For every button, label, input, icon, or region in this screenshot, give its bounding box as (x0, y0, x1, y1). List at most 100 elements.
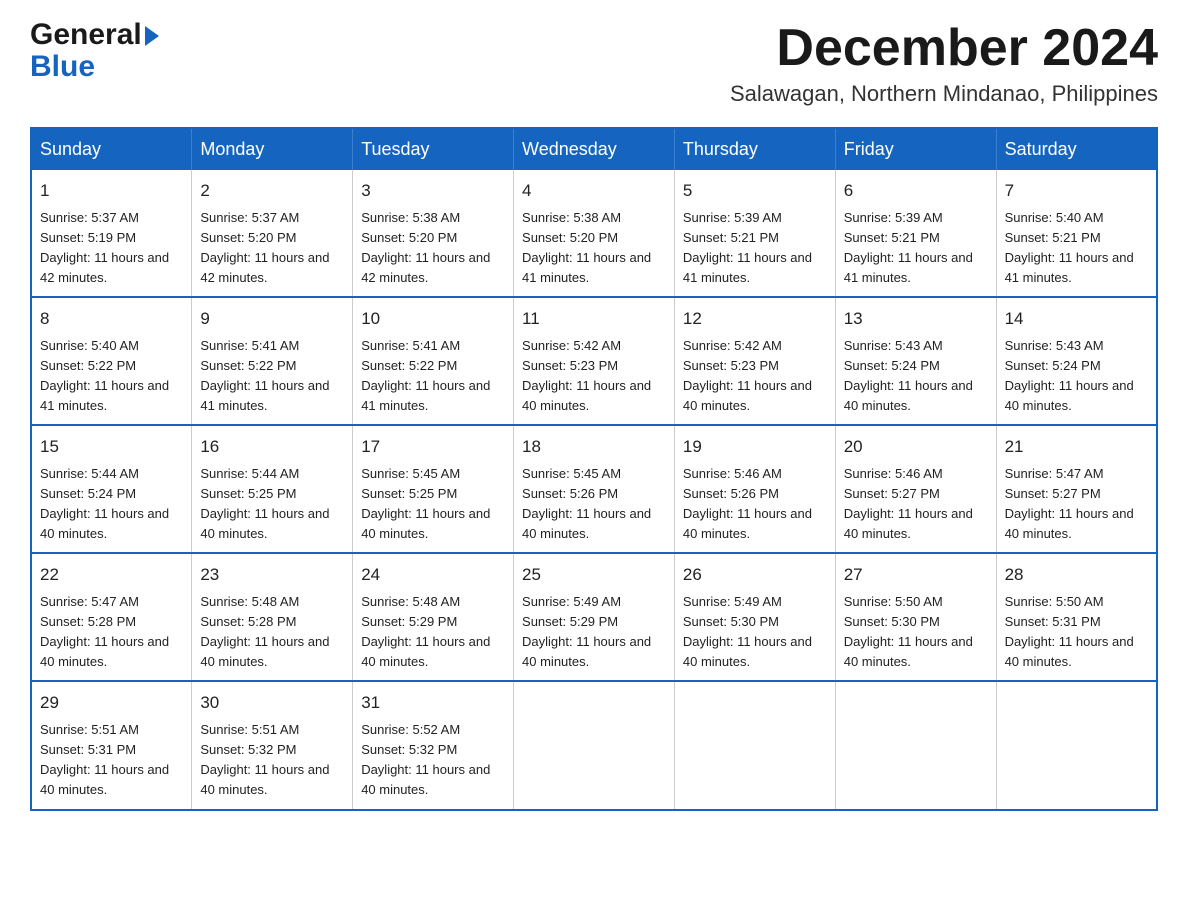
calendar-cell: 5 Sunrise: 5:39 AMSunset: 5:21 PMDaylight… (674, 170, 835, 297)
day-info: Sunrise: 5:41 AMSunset: 5:22 PMDaylight:… (200, 336, 344, 417)
calendar-cell: 17 Sunrise: 5:45 AMSunset: 5:25 PMDayligh… (353, 425, 514, 553)
calendar-cell: 15 Sunrise: 5:44 AMSunset: 5:24 PMDayligh… (31, 425, 192, 553)
calendar-week-4: 22 Sunrise: 5:47 AMSunset: 5:28 PMDayligh… (31, 553, 1157, 681)
calendar-cell: 23 Sunrise: 5:48 AMSunset: 5:28 PMDayligh… (192, 553, 353, 681)
day-number: 14 (1005, 306, 1148, 332)
day-number: 22 (40, 562, 183, 588)
day-number: 18 (522, 434, 666, 460)
day-info: Sunrise: 5:38 AMSunset: 5:20 PMDaylight:… (522, 208, 666, 289)
calendar-header-row: SundayMondayTuesdayWednesdayThursdayFrid… (31, 128, 1157, 170)
day-number: 1 (40, 178, 183, 204)
day-info: Sunrise: 5:46 AMSunset: 5:27 PMDaylight:… (844, 464, 988, 545)
day-info: Sunrise: 5:43 AMSunset: 5:24 PMDaylight:… (1005, 336, 1148, 417)
calendar-cell (514, 681, 675, 809)
day-info: Sunrise: 5:38 AMSunset: 5:20 PMDaylight:… (361, 208, 505, 289)
calendar-cell: 26 Sunrise: 5:49 AMSunset: 5:30 PMDayligh… (674, 553, 835, 681)
calendar-week-1: 1 Sunrise: 5:37 AMSunset: 5:19 PMDaylight… (31, 170, 1157, 297)
day-info: Sunrise: 5:45 AMSunset: 5:26 PMDaylight:… (522, 464, 666, 545)
day-info: Sunrise: 5:45 AMSunset: 5:25 PMDaylight:… (361, 464, 505, 545)
logo-triangle (142, 20, 159, 50)
calendar-cell: 24Sunrise: 5:48 AMSunset: 5:29 PMDayligh… (353, 553, 514, 681)
calendar-cell: 30 Sunrise: 5:51 AMSunset: 5:32 PMDayligh… (192, 681, 353, 809)
day-number: 11 (522, 306, 666, 332)
calendar-cell: 20 Sunrise: 5:46 AMSunset: 5:27 PMDayligh… (835, 425, 996, 553)
title-area: December 2024 Salawagan, Northern Mindan… (730, 20, 1158, 107)
day-header-tuesday: Tuesday (353, 128, 514, 170)
day-number: 13 (844, 306, 988, 332)
calendar-cell: 13 Sunrise: 5:43 AMSunset: 5:24 PMDayligh… (835, 297, 996, 425)
day-number: 9 (200, 306, 344, 332)
calendar-cell: 19 Sunrise: 5:46 AMSunset: 5:26 PMDayligh… (674, 425, 835, 553)
calendar-week-2: 8 Sunrise: 5:40 AMSunset: 5:22 PMDaylight… (31, 297, 1157, 425)
day-number: 5 (683, 178, 827, 204)
day-info: Sunrise: 5:47 AMSunset: 5:28 PMDaylight:… (40, 592, 183, 673)
day-info: Sunrise: 5:51 AMSunset: 5:32 PMDaylight:… (200, 720, 344, 801)
day-number: 7 (1005, 178, 1148, 204)
day-info: Sunrise: 5:50 AMSunset: 5:30 PMDaylight:… (844, 592, 988, 673)
calendar-cell: 22 Sunrise: 5:47 AMSunset: 5:28 PMDayligh… (31, 553, 192, 681)
day-number: 12 (683, 306, 827, 332)
calendar-cell: 4 Sunrise: 5:38 AMSunset: 5:20 PMDaylight… (514, 170, 675, 297)
day-number: 19 (683, 434, 827, 460)
calendar-table: SundayMondayTuesdayWednesdayThursdayFrid… (30, 127, 1158, 810)
logo-general: General (30, 20, 142, 50)
day-info: Sunrise: 5:39 AMSunset: 5:21 PMDaylight:… (844, 208, 988, 289)
day-number: 26 (683, 562, 827, 588)
calendar-cell: 7 Sunrise: 5:40 AMSunset: 5:21 PMDaylight… (996, 170, 1157, 297)
calendar-cell (996, 681, 1157, 809)
day-info: Sunrise: 5:51 AMSunset: 5:31 PMDaylight:… (40, 720, 183, 801)
day-number: 24 (361, 562, 505, 588)
day-number: 8 (40, 306, 183, 332)
day-info: Sunrise: 5:40 AMSunset: 5:22 PMDaylight:… (40, 336, 183, 417)
calendar-cell: 12 Sunrise: 5:42 AMSunset: 5:23 PMDayligh… (674, 297, 835, 425)
calendar-cell: 11 Sunrise: 5:42 AMSunset: 5:23 PMDayligh… (514, 297, 675, 425)
day-header-thursday: Thursday (674, 128, 835, 170)
calendar-cell (674, 681, 835, 809)
day-info: Sunrise: 5:52 AMSunset: 5:32 PMDaylight:… (361, 720, 505, 801)
day-info: Sunrise: 5:40 AMSunset: 5:21 PMDaylight:… (1005, 208, 1148, 289)
day-info: Sunrise: 5:42 AMSunset: 5:23 PMDaylight:… (683, 336, 827, 417)
day-number: 23 (200, 562, 344, 588)
day-info: Sunrise: 5:44 AMSunset: 5:25 PMDaylight:… (200, 464, 344, 545)
day-number: 20 (844, 434, 988, 460)
calendar-cell: 9 Sunrise: 5:41 AMSunset: 5:22 PMDaylight… (192, 297, 353, 425)
day-number: 15 (40, 434, 183, 460)
day-info: Sunrise: 5:43 AMSunset: 5:24 PMDaylight:… (844, 336, 988, 417)
day-info: Sunrise: 5:50 AMSunset: 5:31 PMDaylight:… (1005, 592, 1148, 673)
location-subtitle: Salawagan, Northern Mindanao, Philippine… (730, 81, 1158, 107)
day-info: Sunrise: 5:46 AMSunset: 5:26 PMDaylight:… (683, 464, 827, 545)
day-number: 17 (361, 434, 505, 460)
day-header-saturday: Saturday (996, 128, 1157, 170)
day-number: 16 (200, 434, 344, 460)
day-header-friday: Friday (835, 128, 996, 170)
day-number: 29 (40, 690, 183, 716)
day-header-sunday: Sunday (31, 128, 192, 170)
day-number: 10 (361, 306, 505, 332)
logo: General Blue (30, 20, 159, 84)
calendar-cell: 6 Sunrise: 5:39 AMSunset: 5:21 PMDaylight… (835, 170, 996, 297)
calendar-cell: 14 Sunrise: 5:43 AMSunset: 5:24 PMDayligh… (996, 297, 1157, 425)
day-info: Sunrise: 5:37 AMSunset: 5:20 PMDaylight:… (200, 208, 344, 289)
day-info: Sunrise: 5:41 AMSunset: 5:22 PMDaylight:… (361, 336, 505, 417)
day-info: Sunrise: 5:49 AMSunset: 5:29 PMDaylight:… (522, 592, 666, 673)
calendar-cell: 21Sunrise: 5:47 AMSunset: 5:27 PMDayligh… (996, 425, 1157, 553)
day-number: 4 (522, 178, 666, 204)
day-info: Sunrise: 5:39 AMSunset: 5:21 PMDaylight:… (683, 208, 827, 289)
calendar-cell: 8 Sunrise: 5:40 AMSunset: 5:22 PMDaylight… (31, 297, 192, 425)
day-info: Sunrise: 5:49 AMSunset: 5:30 PMDaylight:… (683, 592, 827, 673)
calendar-week-3: 15 Sunrise: 5:44 AMSunset: 5:24 PMDayligh… (31, 425, 1157, 553)
calendar-cell: 3Sunrise: 5:38 AMSunset: 5:20 PMDaylight… (353, 170, 514, 297)
day-info: Sunrise: 5:44 AMSunset: 5:24 PMDaylight:… (40, 464, 183, 545)
day-number: 30 (200, 690, 344, 716)
day-info: Sunrise: 5:48 AMSunset: 5:28 PMDaylight:… (200, 592, 344, 673)
calendar-cell (835, 681, 996, 809)
day-number: 2 (200, 178, 344, 204)
day-info: Sunrise: 5:37 AMSunset: 5:19 PMDaylight:… (40, 208, 183, 289)
day-number: 6 (844, 178, 988, 204)
day-number: 28 (1005, 562, 1148, 588)
page-header: General Blue December 2024 Salawagan, No… (30, 20, 1158, 107)
day-info: Sunrise: 5:47 AMSunset: 5:27 PMDaylight:… (1005, 464, 1148, 545)
calendar-cell: 18 Sunrise: 5:45 AMSunset: 5:26 PMDayligh… (514, 425, 675, 553)
calendar-cell: 25Sunrise: 5:49 AMSunset: 5:29 PMDayligh… (514, 553, 675, 681)
day-info: Sunrise: 5:42 AMSunset: 5:23 PMDaylight:… (522, 336, 666, 417)
